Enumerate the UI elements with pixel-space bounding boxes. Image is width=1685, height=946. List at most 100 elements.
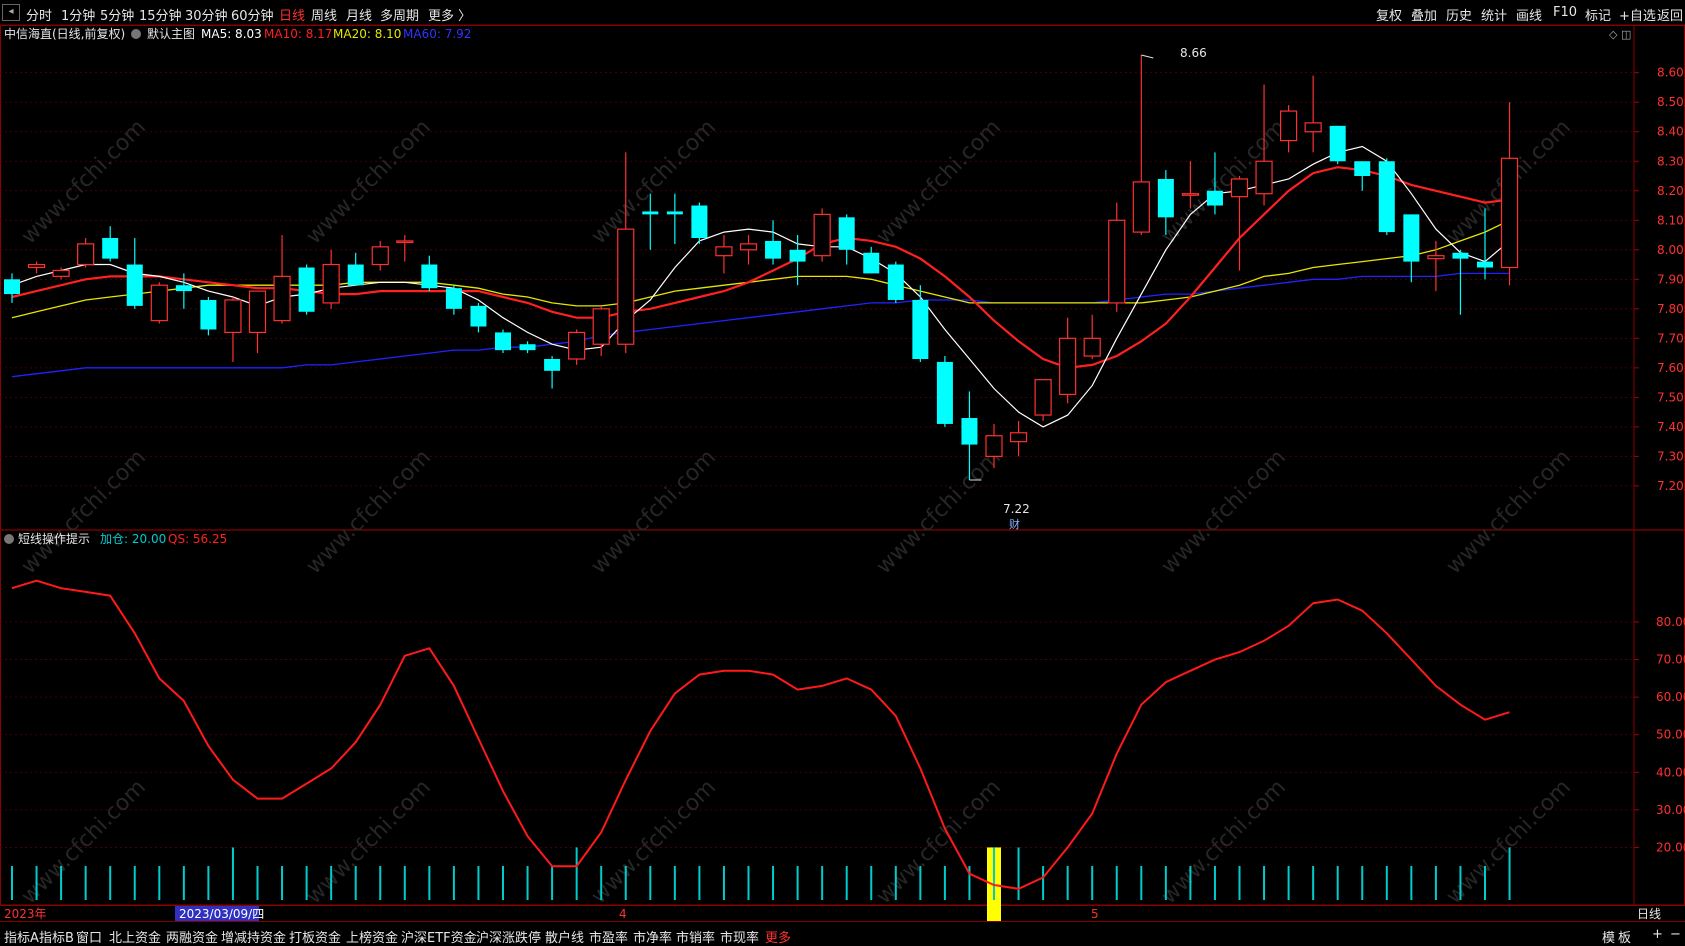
zoom-in-button[interactable]: + (1652, 927, 1663, 942)
candle-body-down (936, 361, 953, 424)
candle-body-down (1378, 161, 1395, 233)
tab-margin[interactable]: 两融资金 (166, 927, 218, 946)
candle-body-up (617, 228, 635, 345)
ma20-value: MA20: 8.10 (333, 27, 401, 41)
tab-30min[interactable]: 30分钟 (185, 5, 228, 24)
tab-pb[interactable]: 市净率 (633, 927, 672, 946)
candle-body-up (1500, 157, 1519, 269)
mark-button[interactable]: 标记 (1585, 5, 1611, 24)
tab-60min[interactable]: 60分钟 (231, 5, 274, 24)
draw-button[interactable]: 画线 (1516, 5, 1542, 24)
candle-body-up (985, 435, 1003, 457)
tab-top-list[interactable]: 上榜资金 (346, 927, 398, 946)
candle-body-down (789, 249, 806, 262)
tab-northbound[interactable]: 北上资金 (109, 927, 161, 946)
candle-body-up (1083, 337, 1101, 357)
candle-body-down (4, 279, 20, 295)
history-button[interactable]: 历史 (1446, 5, 1472, 24)
candle-body-down (175, 285, 192, 292)
price-tick-label: 7.20 (1657, 479, 1684, 493)
ma10-value: MA10: 8.17 (264, 27, 332, 41)
candle-body-up (1034, 379, 1052, 416)
window-control-icon[interactable]: ◂ (2, 4, 20, 21)
watermark-text: www.cfchi.com (872, 445, 1006, 579)
toggle-icons[interactable]: ◇ ◫ (1609, 28, 1631, 41)
tab-ps[interactable]: 市销率 (676, 927, 715, 946)
watermark-text: www.cfchi.com (1442, 445, 1576, 579)
indicator-settings-icon[interactable] (4, 534, 14, 544)
tab-fenshi[interactable]: 分时 (26, 5, 52, 24)
candle-body-up (371, 246, 389, 266)
tab-more-indicators[interactable]: 更多 (765, 927, 791, 946)
outer-frame (0, 25, 1685, 906)
tab-limit-up-funds[interactable]: 打板资金 (289, 927, 341, 946)
watermark-text: www.cfchi.com (1157, 775, 1291, 909)
candle-body-down (544, 358, 561, 371)
tab-daily[interactable]: 日线 (279, 5, 305, 24)
candle-body-up (1009, 432, 1028, 443)
tab-indicator-a[interactable]: 指标A (4, 927, 39, 946)
tab-limit-stats[interactable]: 沪深涨跌停 (476, 927, 541, 946)
template-button[interactable]: 模 (1602, 927, 1615, 946)
tab-multi-period[interactable]: 多周期 (380, 5, 419, 24)
tab-window[interactable]: 窗口 (76, 927, 102, 946)
back-button[interactable]: 返回 (1657, 5, 1683, 24)
board-button[interactable]: 板 (1618, 927, 1631, 946)
add-watchlist-button[interactable]: +自选 (1619, 5, 1656, 24)
qs-value: QS: 56.25 (168, 532, 227, 546)
month-4-label: 4 (619, 907, 627, 921)
indicator-tick-label: 70.00 (1656, 653, 1685, 667)
candle-body-down (912, 299, 929, 359)
year-label: 2023年 (4, 907, 47, 921)
tab-more[interactable]: 更多 〉 (428, 5, 471, 24)
indicator-tick-label: 20.00 (1656, 840, 1685, 854)
tab-retail-line[interactable]: 散户线 (545, 927, 584, 946)
f10-button[interactable]: F10 (1553, 5, 1577, 20)
candle-body-up (1255, 160, 1273, 195)
tab-5min[interactable]: 5分钟 (100, 5, 134, 24)
tab-pcf[interactable]: 市现率 (720, 927, 759, 946)
price-tick-label: 7.40 (1657, 420, 1684, 434)
tab-pe[interactable]: 市盈率 (589, 927, 628, 946)
tab-weekly[interactable]: 周线 (311, 5, 337, 24)
cai-marker[interactable]: 财 (1009, 517, 1020, 531)
candle-body-up (273, 275, 291, 322)
candle-body-up (592, 308, 610, 345)
indicator-tick-label: 30.00 (1656, 803, 1685, 817)
candle-body-down (863, 252, 880, 274)
tab-indicator-b[interactable]: 指标B (39, 927, 74, 946)
kline-chart[interactable]: www.cfchi.com www.cfchi.com www.cfchi.com w… (0, 25, 1685, 921)
candle-body-down (961, 418, 978, 445)
indicator-tick-label: 40.00 (1656, 765, 1685, 779)
main-template-label[interactable]: 默认主图 (147, 26, 195, 41)
candle-body-down (666, 211, 683, 215)
tab-1min[interactable]: 1分钟 (61, 5, 95, 24)
ma5-value: MA5: 8.03 (201, 27, 262, 41)
indicator-name[interactable]: 短线操作提示 (18, 531, 90, 546)
cursor-date: 2023/03/09/四 (179, 907, 264, 921)
candle-body-down (102, 237, 119, 259)
candle-body-up (1304, 122, 1322, 133)
tab-15min[interactable]: 15分钟 (139, 5, 182, 24)
watermark-text: www.cfchi.com (17, 115, 151, 249)
candle-body-up (1108, 219, 1126, 304)
price-tick-label: 8.10 (1657, 213, 1684, 227)
tab-monthly[interactable]: 月线 (346, 5, 372, 24)
overlay-button[interactable]: 叠加 (1411, 5, 1437, 24)
watermark-text: www.cfchi.com (302, 115, 436, 249)
settings-dot-icon[interactable] (131, 29, 141, 39)
candle-body-up (1059, 337, 1077, 396)
price-tick-label: 7.90 (1657, 272, 1684, 286)
price-tick-label: 8.60 (1657, 66, 1684, 80)
stats-button[interactable]: 统计 (1481, 5, 1507, 24)
indicator-panel: 80.00 70.00 60.00 50.00 40.00 30.00 20.00 (0, 579, 1685, 921)
candle-body-down (298, 267, 315, 312)
zoom-out-button[interactable]: − (1670, 927, 1681, 942)
candle-body-down (1452, 252, 1469, 259)
tab-holdings-change[interactable]: 增减持资金 (221, 927, 286, 946)
fuquan-button[interactable]: 复权 (1376, 5, 1402, 24)
watermark-text: www.cfchi.com (587, 775, 721, 909)
candle-body-up (568, 331, 586, 360)
candle-body-up (1279, 110, 1298, 142)
tab-etf-funds[interactable]: 沪深ETF资金 (401, 927, 477, 946)
